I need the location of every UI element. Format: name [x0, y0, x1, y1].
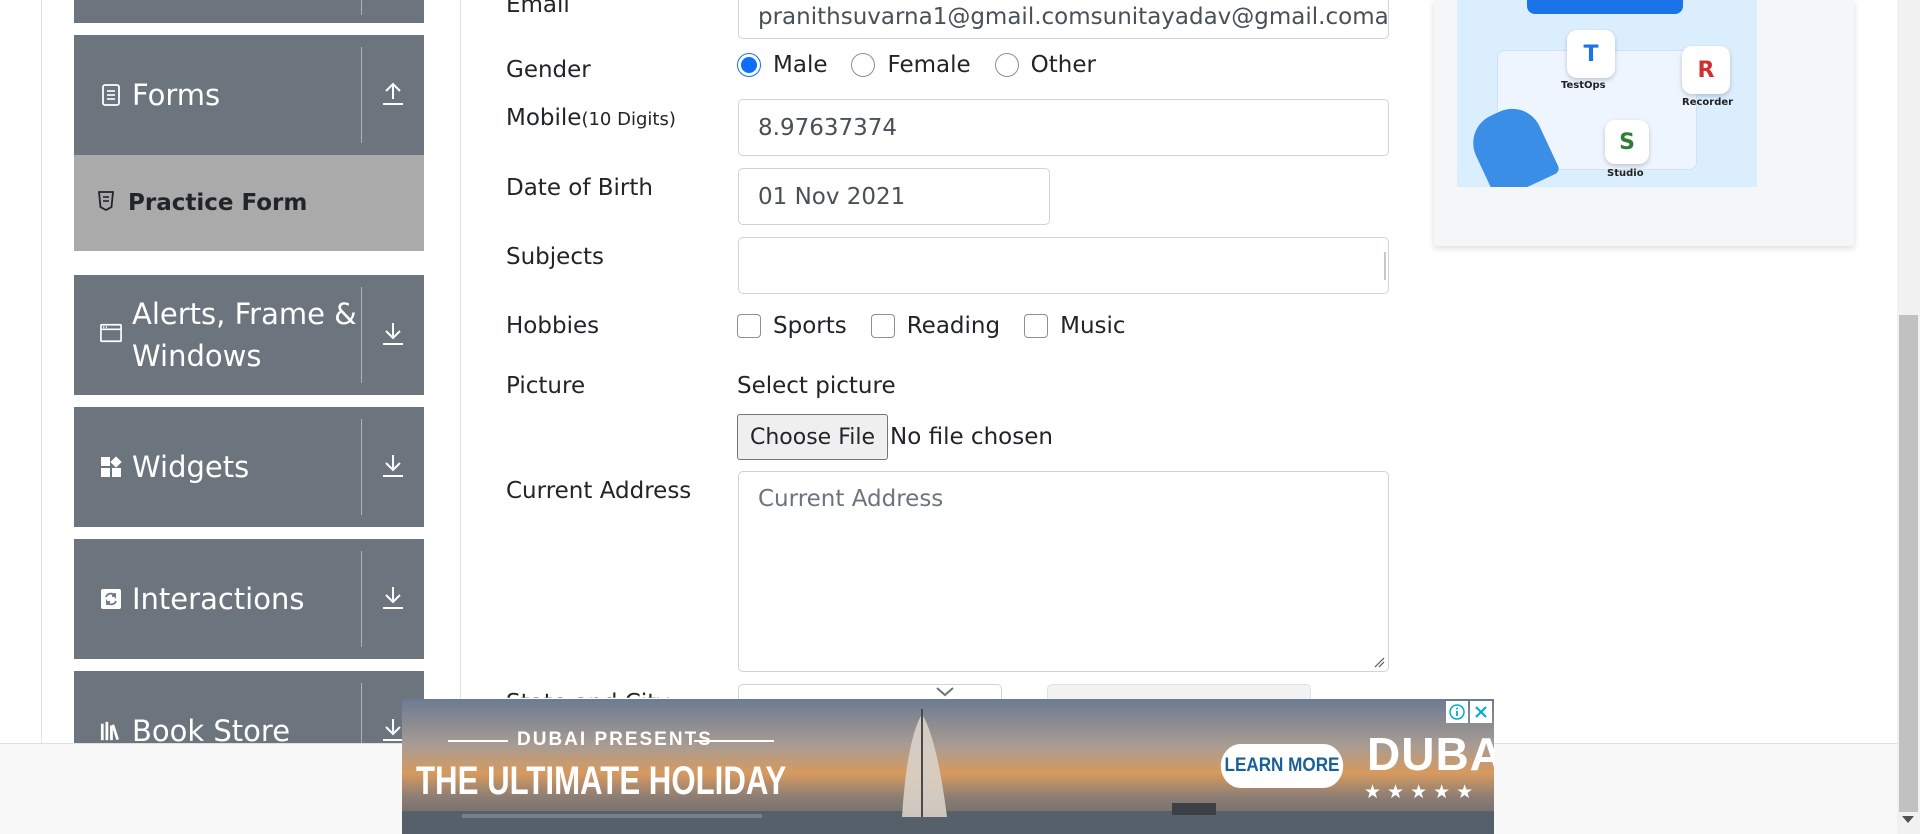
- recorder-icon: R: [1682, 46, 1730, 94]
- sidebar-item-label: Practice Form: [128, 190, 308, 216]
- content-border: [460, 0, 461, 743]
- gender-male-radio[interactable]: [737, 53, 761, 77]
- side-ad-app-label: Studio: [1607, 168, 1644, 179]
- side-advertisement[interactable]: T TestOps R Recorder S Studio: [1434, 0, 1854, 246]
- sidebar-group-interactions[interactable]: Interactions: [74, 539, 424, 659]
- hobby-sports-checkbox[interactable]: [737, 314, 761, 338]
- choose-file-button[interactable]: Choose File: [737, 414, 889, 460]
- hobby-reading-checkbox[interactable]: [870, 314, 895, 338]
- interactions-icon: [100, 588, 122, 610]
- sidebar-item-practice-form[interactable]: Practice Form: [74, 155, 424, 251]
- email-label: Email: [506, 0, 570, 18]
- hobby-option-label[interactable]: Music: [1060, 313, 1125, 339]
- sidebar-group-book-store[interactable]: Book Store: [74, 671, 424, 748]
- gender-option-label[interactable]: Other: [1031, 52, 1096, 78]
- subjects-input[interactable]: [738, 237, 1389, 294]
- html5-icon: [98, 191, 114, 215]
- sidebar-border: [41, 0, 42, 743]
- select-picture-label: Select picture: [737, 373, 896, 399]
- hobbies-label: Hobbies: [506, 313, 600, 339]
- ad-stars: ★★★★★: [1364, 781, 1480, 803]
- subjects-divider: [1384, 252, 1386, 280]
- ad-close-icon[interactable]: [1470, 701, 1492, 723]
- learn-more-button[interactable]: LEARN MORE: [1220, 744, 1344, 788]
- books-icon: [100, 720, 122, 742]
- mobile-label-hint: (10 Digits): [581, 109, 676, 130]
- current-address-label: Current Address: [506, 478, 692, 504]
- file-status-text: No file chosen: [890, 424, 1053, 450]
- sidebar-group-label-line2: Windows: [132, 339, 262, 373]
- side-ad-artwork: T TestOps R Recorder S Studio: [1457, 0, 1757, 187]
- chevron-down-icon: [936, 687, 954, 697]
- ad-decor-line: [694, 740, 774, 742]
- gender-option-label[interactable]: Female: [887, 52, 970, 78]
- window-icon: [100, 322, 122, 344]
- gender-radio-group: Male Female Other: [737, 52, 1120, 78]
- side-ad-app-label: Recorder: [1682, 97, 1734, 108]
- download-arrow-icon[interactable]: [381, 452, 405, 482]
- gender-female-radio[interactable]: [851, 53, 876, 77]
- ad-brand-logo: DUBAI: [1367, 728, 1494, 780]
- mobile-label-text: Mobile: [506, 105, 582, 131]
- email-input[interactable]: pranithsuvarna1@gmail.comsunitayadav@gma…: [738, 0, 1389, 39]
- form-icon: [100, 84, 122, 106]
- sidebar-group-label: Alerts, Frame &: [132, 297, 357, 331]
- resize-grip-icon[interactable]: [1373, 656, 1385, 668]
- picture-label: Picture: [506, 373, 586, 399]
- scrollbar-thumb[interactable]: [1899, 315, 1918, 812]
- current-address-textarea[interactable]: Current Address: [738, 471, 1389, 672]
- studio-icon: S: [1605, 120, 1649, 164]
- scroll-down-arrow-icon[interactable]: [1902, 816, 1914, 823]
- sidebar-group-alerts[interactable]: Alerts, Frame & Windows: [74, 275, 424, 395]
- sidebar-group-label: Widgets: [132, 450, 250, 484]
- ad-headline: THE ULTIMATE HOLIDAY: [416, 759, 787, 803]
- sidebar-group-label: Forms: [132, 78, 221, 112]
- subjects-label: Subjects: [506, 244, 604, 270]
- gender-other-radio[interactable]: [994, 53, 1019, 77]
- sidebar-group-widgets[interactable]: Widgets: [74, 407, 424, 527]
- textarea-placeholder: Current Address: [758, 486, 944, 512]
- hobby-option-label[interactable]: Reading: [907, 313, 1000, 339]
- ad-decor-line: [448, 740, 508, 742]
- bottom-advertisement[interactable]: DUBAI PRESENTS THE ULTIMATE HOLIDAY LEAR…: [402, 699, 1494, 834]
- sidebar-group-elements[interactable]: [74, 0, 424, 23]
- ad-info-icon[interactable]: [1446, 701, 1468, 723]
- mobile-input[interactable]: 8.97637374: [738, 99, 1389, 156]
- upload-arrow-icon[interactable]: [381, 80, 405, 110]
- gender-label: Gender: [506, 57, 591, 83]
- hobby-music-checkbox[interactable]: [1024, 314, 1049, 338]
- hobbies-checkbox-group: Sports Reading Music: [737, 313, 1150, 339]
- side-ad-cta-edge: [1527, 0, 1683, 14]
- ad-presents-text: DUBAI PRESENTS: [517, 729, 713, 750]
- widgets-icon: [100, 456, 122, 478]
- dob-label: Date of Birth: [506, 175, 653, 201]
- side-ad-app-label: TestOps: [1561, 80, 1606, 91]
- hobby-option-label[interactable]: Sports: [773, 313, 847, 339]
- dob-input[interactable]: 01 Nov 2021: [738, 168, 1050, 225]
- download-arrow-icon[interactable]: [381, 320, 405, 350]
- sidebar-group-forms[interactable]: Forms: [74, 35, 424, 155]
- testops-icon: T: [1567, 30, 1615, 78]
- gender-option-label[interactable]: Male: [773, 52, 827, 78]
- download-arrow-icon[interactable]: [381, 584, 405, 614]
- mobile-label: Mobile(10 Digits): [506, 105, 676, 131]
- sidebar-group-label: Interactions: [132, 582, 305, 616]
